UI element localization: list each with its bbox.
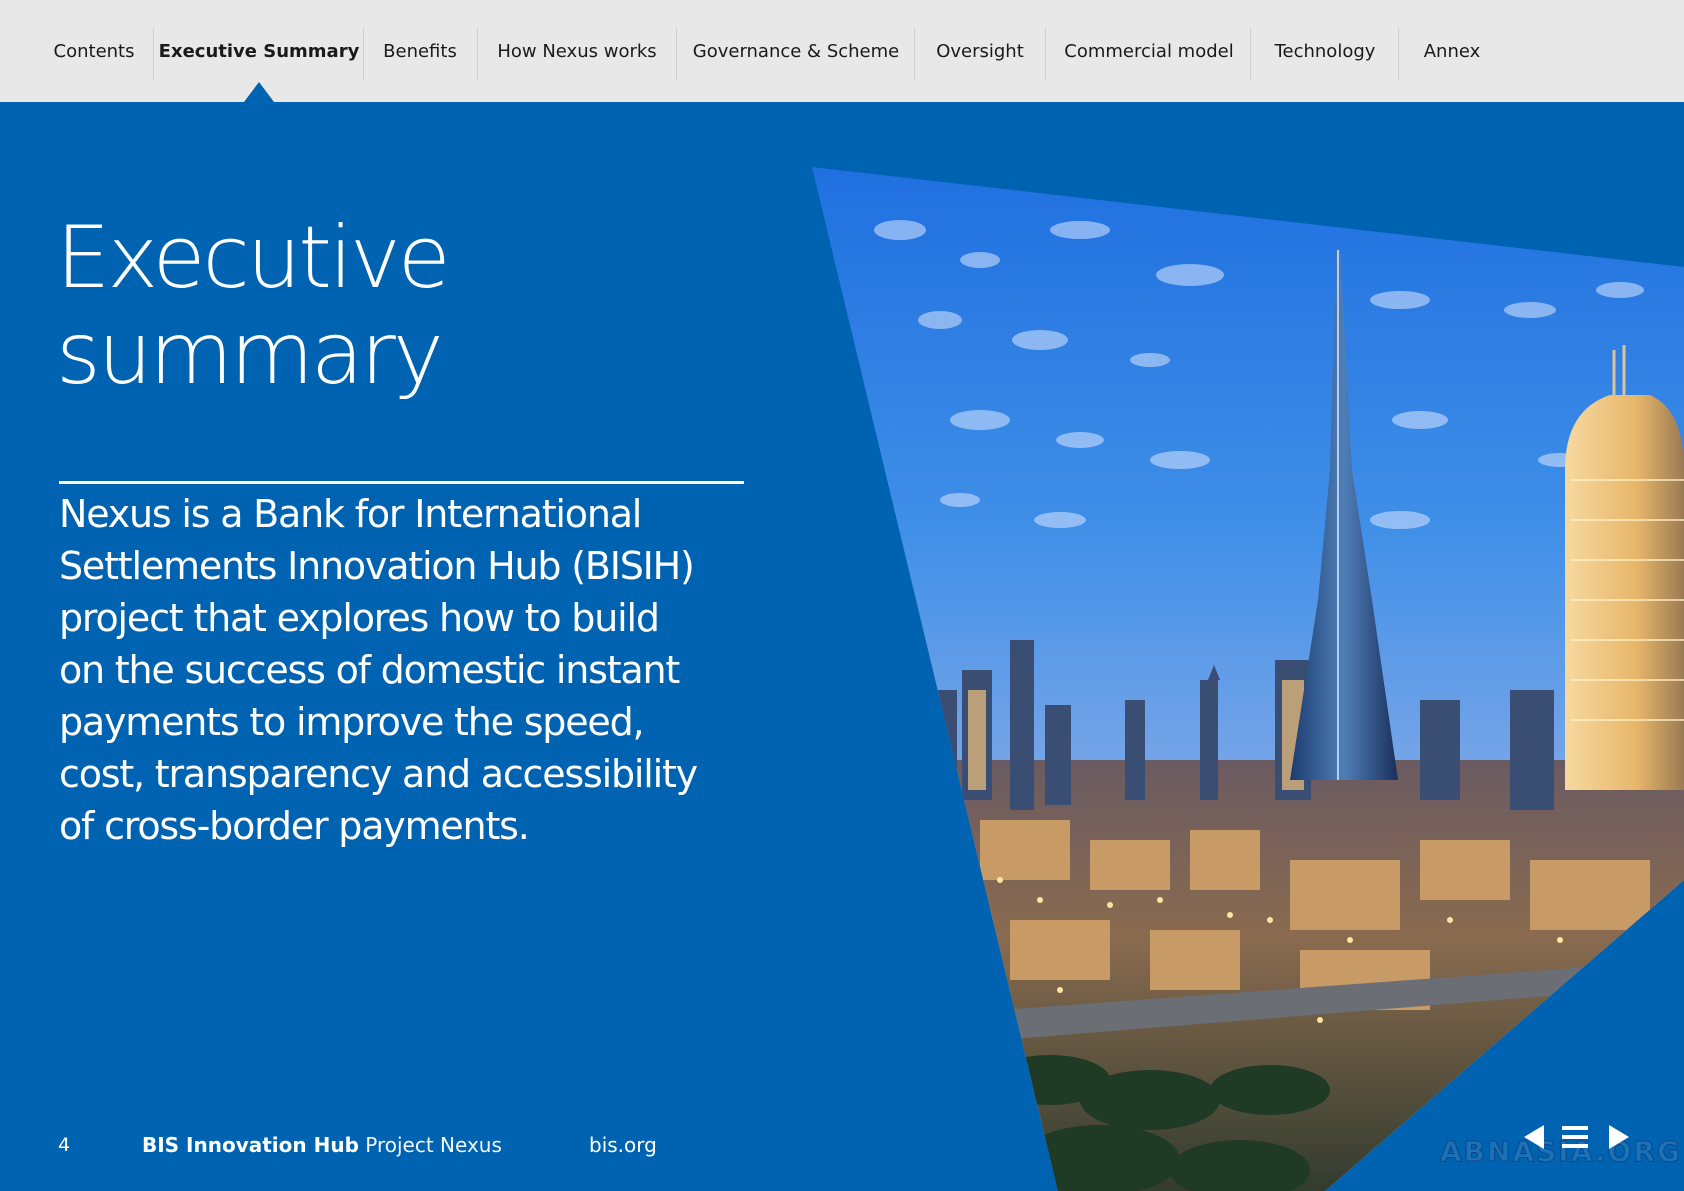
page-title-line-1: Executive [56,208,451,308]
lead-paragraph: Nexus is a Bank for International Settle… [59,492,698,848]
nav-divider [1398,28,1399,80]
triangle-left-icon[interactable] [1520,1122,1550,1152]
nav-tab-oversight[interactable]: Oversight [918,0,1042,102]
page-title: Executive summary [56,210,616,402]
nav-tab-contents[interactable]: Contents [40,0,148,102]
nav-tab-annex[interactable]: Annex [1402,0,1502,102]
top-navigation: Contents Executive Summary Benefits How … [0,0,1684,102]
nav-tab-commercial-model[interactable]: Commercial model [1050,0,1248,102]
nav-divider [676,28,677,80]
nav-tab-technology[interactable]: Technology [1254,0,1396,102]
triangle-right-icon[interactable] [1603,1122,1633,1152]
nav-divider [914,28,915,80]
nav-tab-governance-scheme[interactable]: Governance & Scheme [680,0,912,102]
nav-tab-benefits[interactable]: Benefits [366,0,474,102]
nav-divider [1045,28,1046,80]
page-number: 4 [58,1134,71,1156]
page-title-line-2: summary [56,304,444,404]
site-link[interactable]: bis.org [589,1133,657,1157]
nav-divider [363,28,364,80]
nav-divider [477,28,478,80]
nav-tab-how-nexus-works[interactable]: How Nexus works [480,0,674,102]
active-tab-indicator [244,82,274,102]
project-name: Project Nexus [365,1133,502,1157]
publication-name: BIS Innovation Hub Project Nexus [142,1133,502,1157]
hamburger-menu-icon[interactable] [1560,1122,1590,1152]
nav-divider [153,28,154,80]
publisher-name: BIS Innovation Hub [142,1133,359,1157]
title-divider [59,481,744,484]
nav-divider [1250,28,1251,80]
